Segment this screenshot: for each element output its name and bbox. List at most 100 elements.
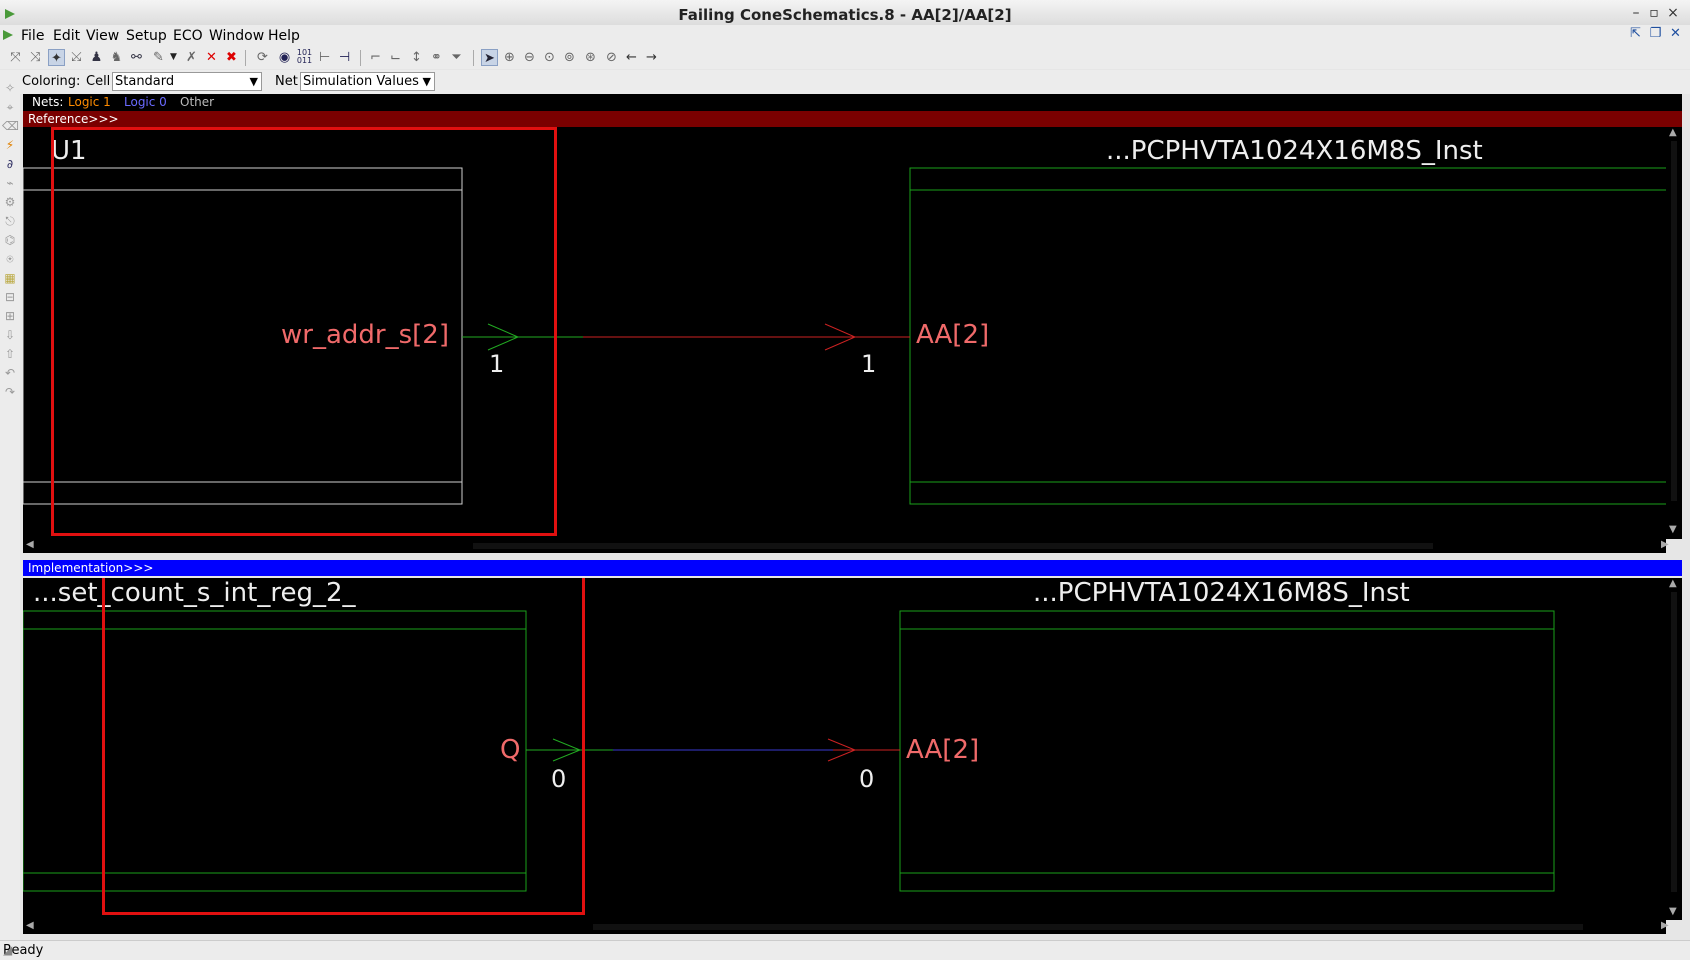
net-coloring-select[interactable]: Simulation Values ▼ [300, 72, 435, 91]
highlight-box [102, 578, 585, 915]
dropdown-arrow-icon[interactable]: ▼ [165, 49, 182, 66]
minimize-button[interactable]: – [1628, 5, 1644, 21]
back-arrow-icon[interactable]: ← [623, 49, 640, 66]
zoom-area-icon[interactable]: ⊚ [561, 49, 578, 66]
align-left-icon[interactable]: ⌐ [367, 49, 384, 66]
menu-edit[interactable]: Edit [53, 28, 80, 44]
zoom-in-icon[interactable]: ⊕ [501, 49, 518, 66]
target-value: 1 [861, 350, 877, 378]
pin-icon[interactable]: ✧ [2, 80, 18, 96]
scroll-thumb[interactable] [1671, 592, 1677, 892]
tool-d-icon[interactable]: ⌬ [2, 232, 18, 248]
menu-setup[interactable]: Setup [126, 28, 167, 44]
tool-b-icon[interactable]: ⚙ [2, 194, 18, 210]
eraser-icon[interactable]: ⌫ [2, 118, 19, 134]
tool-a-icon[interactable]: ⌁ [2, 175, 18, 191]
menu-view[interactable]: View [86, 28, 119, 44]
scroll-thumb[interactable] [473, 543, 1433, 549]
close-pane-icon[interactable]: ✕ [1668, 26, 1683, 41]
scroll-right-icon[interactable]: ▶ [1661, 539, 1669, 550]
menu-help[interactable]: Help [268, 28, 300, 44]
legend-logic1: Logic 1 [68, 95, 111, 109]
target-cell-name[interactable]: ...PCPHVTA1024X16M8S_Inst [1033, 578, 1410, 608]
binary-icon[interactable]: 101 011 [296, 49, 313, 66]
target-pin-label[interactable]: AA[2] [916, 320, 989, 350]
scroll-left-icon[interactable]: ◀ [26, 920, 34, 931]
scroll-left-icon[interactable]: ◀ [26, 539, 34, 550]
reference-header: Reference>>> [23, 111, 1682, 127]
tool-i-icon[interactable]: ⇧ [2, 346, 18, 362]
undo-icon[interactable]: ↶ [2, 365, 18, 381]
find-icon[interactable]: ⟳ [254, 49, 271, 66]
zoom-out-icon[interactable]: ⊖ [521, 49, 538, 66]
sort-icon[interactable]: ↕ [408, 49, 425, 66]
ruler-icon[interactable]: ⌖ [2, 99, 18, 115]
resize-grip-icon[interactable]: ◢ [3, 943, 1688, 959]
trace-back-icon[interactable]: ⤧ [7, 49, 24, 66]
implementation-vertical-scrollbar[interactable]: ▲ ▼ [1666, 578, 1682, 920]
tool-c-icon[interactable]: ⎋ [2, 213, 18, 229]
dock-icon[interactable]: ⇱ [1628, 26, 1643, 41]
reference-vertical-scrollbar[interactable]: ▲ ▼ [1666, 127, 1682, 539]
reference-horizontal-scrollbar[interactable]: ◀ ▶ [23, 539, 1669, 553]
coloring-label: Coloring: [22, 74, 81, 89]
binoculars-icon[interactable]: ⚯ [128, 49, 145, 66]
redo-icon[interactable]: ↷ [2, 384, 18, 400]
unhighlight-icon[interactable]: ✗ [183, 49, 200, 66]
bracket-left-icon[interactable]: ⊢ [316, 49, 333, 66]
logic-icon[interactable]: ∂ [2, 156, 18, 172]
lightning-icon[interactable]: ⚡ [2, 137, 18, 153]
menu-window[interactable]: Window [209, 28, 264, 44]
zoom-fit-icon[interactable]: ⊙ [541, 49, 558, 66]
implementation-schematic[interactable]: ...set_count_s_int_reg_2_ Q 0 ...PCPHVTA… [23, 578, 1682, 920]
cell-coloring-select[interactable]: Standard ▼ [112, 72, 262, 91]
highlight-box [51, 127, 557, 536]
person-icon[interactable]: ♟ [88, 49, 105, 66]
tool-e-icon[interactable]: ⍟ [2, 251, 18, 267]
persons-icon[interactable]: ♞ [108, 49, 125, 66]
target-pin-label[interactable]: AA[2] [906, 735, 979, 765]
zoom-select-icon[interactable]: ⊛ [582, 49, 599, 66]
implementation-horizontal-scrollbar[interactable]: ◀ ▶ [23, 920, 1669, 934]
net-legend: Nets: Logic 1 Logic 0 Other [23, 94, 1682, 111]
pointer-icon[interactable]: ➤ [481, 49, 498, 66]
expand-icon[interactable]: ⤩ [68, 49, 85, 66]
scroll-up-icon[interactable]: ▲ [1669, 127, 1677, 138]
tool-g-icon[interactable]: ⊞ [2, 308, 18, 324]
trace-forward-icon[interactable]: ⤨ [27, 49, 44, 66]
delete-red-icon[interactable]: ✕ [203, 49, 220, 66]
window-title: Failing ConeSchematics.8 - AA[2]/AA[2] [678, 6, 1012, 24]
scroll-right-icon[interactable]: ▶ [1661, 920, 1669, 931]
select-trace-icon[interactable]: ✦ [48, 49, 65, 66]
zoom-prev-icon[interactable]: ⊘ [603, 49, 620, 66]
scroll-down-icon[interactable]: ▼ [1669, 524, 1677, 535]
scroll-thumb[interactable] [1671, 141, 1677, 501]
app-menu-icon[interactable] [2, 29, 14, 41]
zoom-target-icon[interactable]: ◉ [276, 49, 293, 66]
scroll-thumb[interactable] [593, 924, 1583, 930]
menu-bar: File Edit View Setup ECO Window Help ⇱ ❐… [0, 25, 1690, 47]
tool-f-icon[interactable]: ⊟ [2, 289, 18, 305]
maximize-button[interactable]: ▫ [1646, 5, 1662, 21]
flip-icon[interactable]: ⚭ [428, 49, 445, 66]
restore-icon[interactable]: ❐ [1648, 26, 1663, 41]
menu-file[interactable]: File [21, 28, 44, 44]
toolbar: ⤧ ⤨ ✦ ⤩ ♟ ♞ ⚯ ✎ ▼ ✗ ✕ ✖ ⟳ ◉ 101 011 ⊢ ⊣ ⌐… [0, 47, 1690, 69]
bracket-both-icon[interactable]: ⊣ [336, 49, 353, 66]
forward-arrow-icon[interactable]: → [643, 49, 660, 66]
grid-icon[interactable]: ▦ [2, 270, 18, 286]
delete-all-icon[interactable]: ✖ [223, 49, 240, 66]
align-up-icon[interactable]: ⌙ [387, 49, 404, 66]
scroll-up-icon[interactable]: ▲ [1669, 578, 1677, 589]
chevron-down-icon: ▼ [422, 75, 431, 88]
menu-eco[interactable]: ECO [173, 28, 203, 44]
cell-label: Cell [86, 74, 111, 89]
close-window-button[interactable]: × [1665, 5, 1681, 21]
target-cell-name[interactable]: ...PCPHVTA1024X16M8S_Inst [1106, 136, 1483, 166]
tool-h-icon[interactable]: ⇩ [2, 327, 18, 343]
scroll-down-icon[interactable]: ▼ [1669, 906, 1677, 917]
filter-icon[interactable]: ⏷ [448, 49, 465, 66]
nets-label: Nets: [32, 95, 64, 109]
reference-schematic[interactable]: U1 wr_addr_s[2] 1 ...PCPHVTA1024X16M8S_I… [23, 127, 1682, 539]
chevron-down-icon: ▼ [249, 75, 258, 88]
